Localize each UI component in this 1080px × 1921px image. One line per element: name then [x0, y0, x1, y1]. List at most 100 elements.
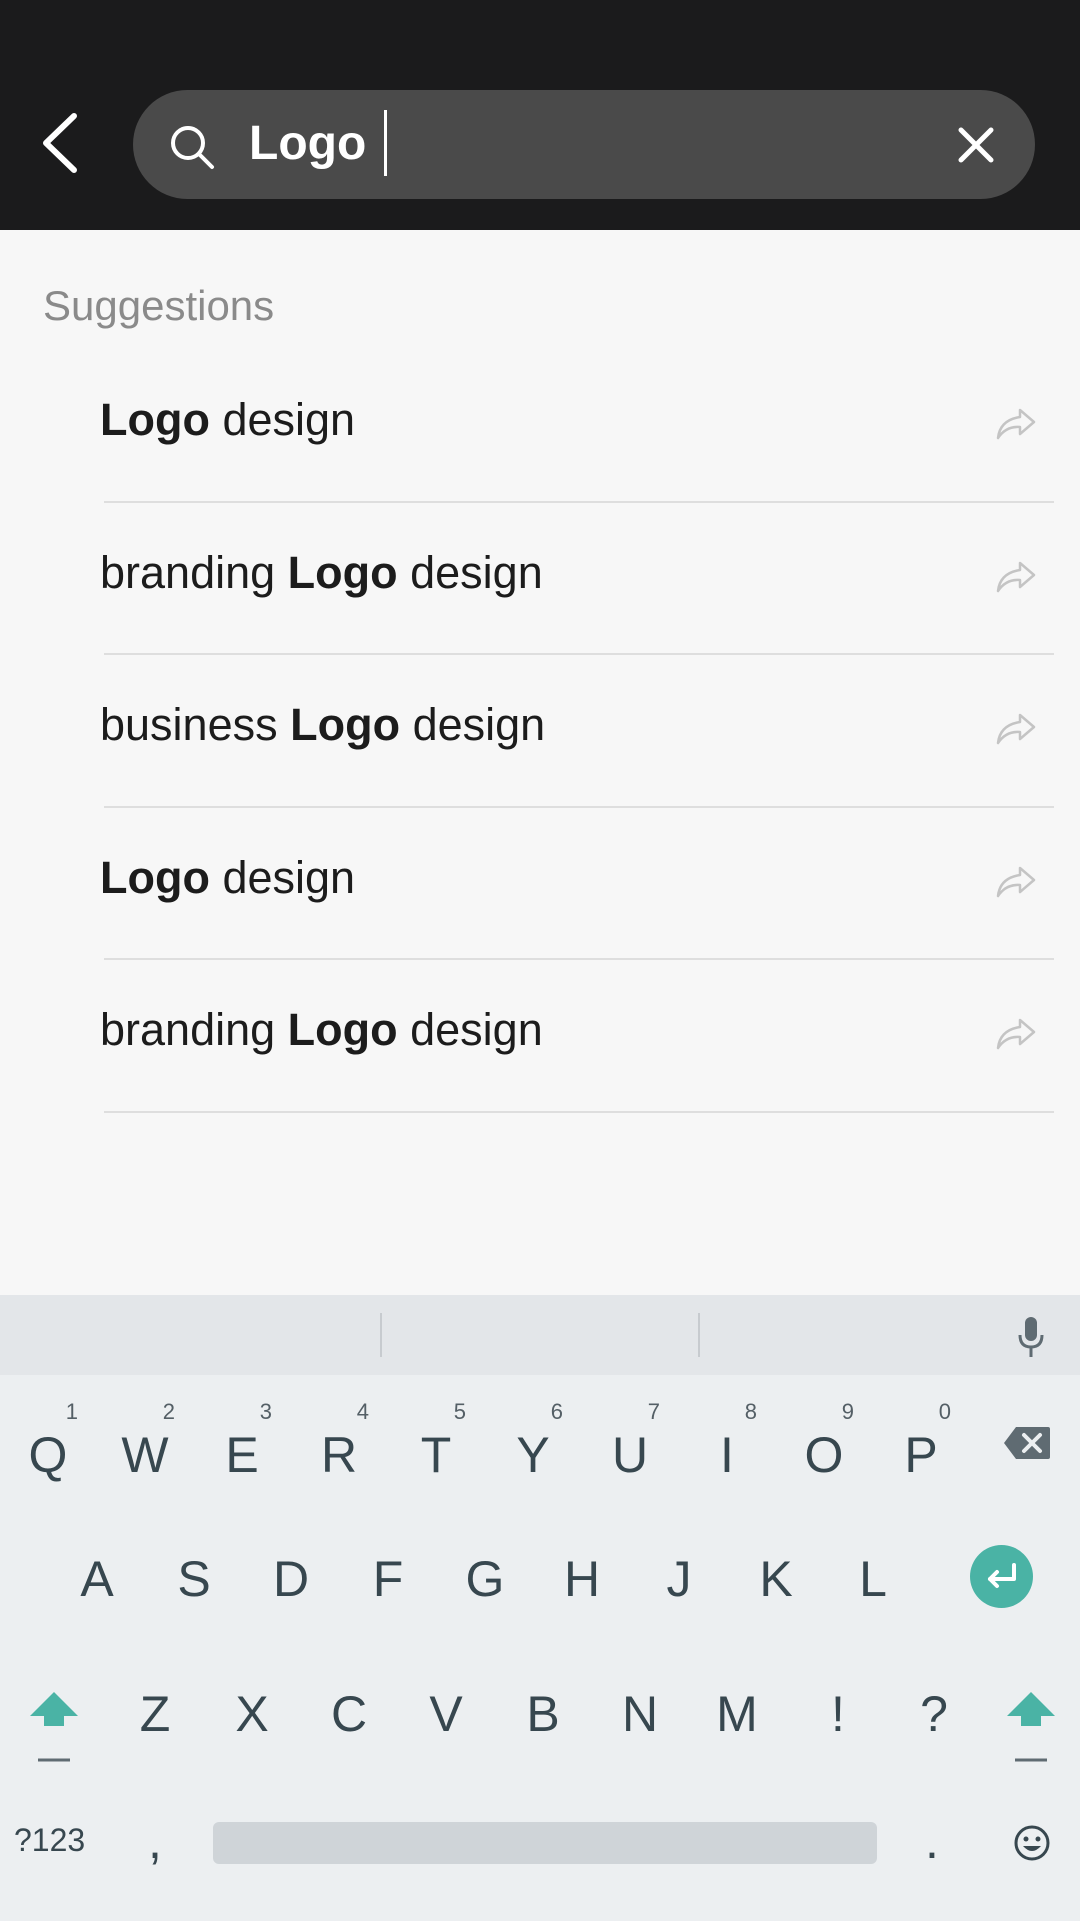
suggestion-item[interactable]: Logo design — [0, 808, 1080, 960]
key-label: I — [720, 1427, 734, 1483]
symbols-key[interactable]: ?123 — [14, 1822, 85, 1859]
keyboard-suggestion-bar — [0, 1295, 1080, 1375]
suggestion-match: Logo — [290, 699, 401, 750]
key-hint: 9 — [841, 1399, 854, 1424]
key-hint: 3 — [259, 1399, 272, 1424]
key-n[interactable]: N — [592, 1660, 688, 1760]
share-arrow-icon[interactable] — [994, 559, 1038, 595]
key-r[interactable]: 4R — [291, 1385, 387, 1485]
divider — [104, 1110, 1054, 1113]
share-arrow-icon[interactable] — [994, 711, 1038, 747]
suggestion-prefix: business — [100, 699, 291, 750]
space-key[interactable] — [213, 1822, 877, 1864]
key-hint: 2 — [162, 1399, 175, 1424]
suggestion-suffix: design — [209, 394, 356, 445]
key-hint: 7 — [647, 1399, 660, 1424]
key-label: C — [330, 1686, 368, 1742]
suggestion-suffix: design — [397, 546, 543, 598]
comma-key[interactable]: , — [148, 1812, 162, 1870]
search-input[interactable]: Logo — [249, 110, 388, 177]
key-label: F — [372, 1551, 404, 1607]
key-label: M — [716, 1686, 758, 1742]
shift-icon — [1007, 1692, 1055, 1762]
key-j[interactable]: J — [631, 1525, 727, 1625]
key-c[interactable]: C — [301, 1660, 397, 1760]
emoji-icon — [1014, 1825, 1050, 1861]
suggestion-suffix: design — [209, 851, 356, 903]
back-button[interactable] — [36, 108, 86, 178]
key-m[interactable]: M — [689, 1660, 785, 1760]
key-label: O — [804, 1427, 844, 1483]
key-b[interactable]: B — [495, 1660, 591, 1760]
key-q[interactable]: 1Q — [0, 1385, 96, 1485]
key-k[interactable]: K — [728, 1525, 824, 1625]
suggestion-item[interactable]: branding Logo design — [0, 503, 1080, 655]
key-label: A — [80, 1551, 114, 1607]
back-arrow-icon — [43, 113, 77, 173]
key-hint: 1 — [65, 1399, 78, 1424]
key-label: ? — [920, 1686, 948, 1742]
suggestions-heading: Suggestions — [43, 282, 275, 329]
shift-key-right[interactable] — [1003, 1688, 1059, 1768]
suggestion-suffix: design — [397, 1004, 543, 1055]
key-label: G — [465, 1551, 505, 1607]
key-label: R — [320, 1427, 358, 1483]
suggestion-item[interactable]: branding Logo design — [0, 960, 1080, 1113]
key-label: J — [666, 1551, 692, 1607]
clear-search-button[interactable] — [951, 120, 1001, 170]
emoji-key[interactable] — [1013, 1824, 1051, 1862]
key-l[interactable]: L — [825, 1525, 921, 1625]
key-z[interactable]: Z — [107, 1660, 203, 1760]
key-i[interactable]: 8I — [679, 1385, 775, 1485]
key-w[interactable]: 2W — [97, 1385, 193, 1485]
key-h[interactable]: H — [534, 1525, 630, 1625]
key-t[interactable]: 5T — [388, 1385, 484, 1485]
key-a[interactable]: A — [49, 1525, 145, 1625]
key-g[interactable]: G — [437, 1525, 533, 1625]
search-bar[interactable]: Logo — [133, 90, 1035, 199]
share-arrow-icon[interactable] — [994, 1016, 1038, 1052]
key-label: B — [526, 1686, 560, 1742]
suggestion-text: branding Logo design — [100, 547, 543, 599]
share-arrow-icon[interactable] — [994, 406, 1038, 442]
suggestion-text: Logo design — [100, 852, 355, 904]
key-u[interactable]: 7U — [582, 1385, 678, 1485]
divider — [380, 1313, 382, 1357]
key-label: U — [611, 1427, 649, 1483]
key-f[interactable]: F — [340, 1525, 436, 1625]
key-e[interactable]: 3E — [194, 1385, 290, 1485]
suggestions-list: Logo design branding Logo design business … — [0, 350, 1080, 1113]
key-label: T — [420, 1427, 452, 1483]
suggestion-item[interactable]: business Logo design — [0, 655, 1080, 808]
backspace-key[interactable] — [1002, 1425, 1052, 1461]
key-o[interactable]: 9O — [776, 1385, 872, 1485]
key-hint: 6 — [550, 1399, 563, 1424]
key-question[interactable]: ? — [886, 1660, 982, 1760]
key-label: X — [235, 1686, 269, 1742]
shift-key-left[interactable] — [26, 1688, 82, 1768]
backspace-icon — [1004, 1427, 1050, 1459]
share-arrow-icon[interactable] — [994, 864, 1038, 900]
text-caret — [384, 110, 388, 177]
app-header: Logo — [0, 0, 1080, 230]
key-label: Z — [139, 1686, 171, 1742]
key-label: V — [429, 1686, 463, 1742]
enter-key[interactable] — [970, 1545, 1033, 1608]
key-x[interactable]: X — [204, 1660, 300, 1760]
key-label: Q — [28, 1427, 68, 1483]
suggestion-prefix: branding — [100, 546, 288, 598]
key-v[interactable]: V — [398, 1660, 494, 1760]
period-key[interactable]: . — [925, 1812, 939, 1870]
key-label: Y — [516, 1427, 550, 1483]
key-label: N — [621, 1686, 659, 1742]
mic-icon[interactable] — [1016, 1315, 1046, 1359]
key-exclamation[interactable]: ! — [790, 1660, 886, 1760]
suggestion-match: Logo — [100, 394, 210, 445]
close-icon — [958, 127, 994, 163]
key-y[interactable]: 6Y — [485, 1385, 581, 1485]
enter-icon — [988, 1563, 1016, 1588]
key-d[interactable]: D — [243, 1525, 339, 1625]
key-s[interactable]: S — [146, 1525, 242, 1625]
key-p[interactable]: 0P — [873, 1385, 969, 1485]
suggestion-item[interactable]: Logo design — [0, 350, 1080, 503]
